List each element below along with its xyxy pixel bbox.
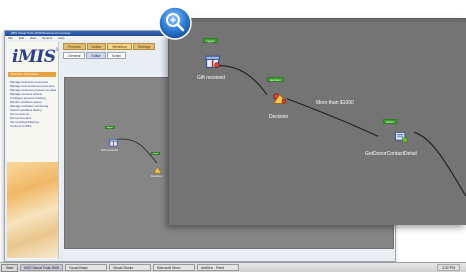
tab-process[interactable]: Process [63,43,86,50]
tab-workflow[interactable]: Workflow [107,43,132,50]
imis-logo: iMIS15 [12,47,59,67]
tab-action[interactable]: Action [86,43,107,50]
background-node-tag: check [151,152,161,155]
workflow-canvas-zoomed[interactable]: trigger Gift received decision Decision … [168,18,466,225]
editor-tabs: General Editor Script [63,52,127,59]
tab-settings[interactable]: Settings [132,43,156,50]
menu-options[interactable]: Options [42,36,52,40]
tray-clock: 4:32 PM [436,264,460,271]
logo-text: iMIS [12,47,56,67]
gift-received-label: Gift received [197,75,226,81]
connector-action-out [413,131,466,197]
flow-connectors [208,65,466,197]
decision-icon[interactable] [272,91,288,110]
background-node-tag: trigger [105,126,115,129]
screenshot: iMIS Visual Tools (iMIS Business Process… [0,0,466,272]
taskbar: Start iMIS Visual Tools iMIS Visual Basi… [0,262,466,272]
sidebar-decoration [7,162,58,258]
magnifier-icon [158,6,192,40]
taskbar-item[interactable]: Microsoft Word [152,264,195,271]
main-tabs: Process Action Workflow Settings [63,43,156,50]
subtab-editor[interactable]: Editor [86,52,106,59]
menu-file[interactable]: File [8,36,13,40]
subtab-general[interactable]: General [63,52,86,59]
sidebar-item[interactable]: Connect to iMIS [10,124,56,128]
background-node-label: Decision [151,174,163,178]
menu-help[interactable]: Help [58,36,64,40]
gift-icon[interactable] [205,53,221,74]
taskbar-item[interactable]: iMIS Visual Tools iMIS [20,264,63,271]
sidebar: iMIS15 Business Processes Manage busines… [7,42,59,259]
menu-edit[interactable]: Edit [19,36,24,40]
decision-label: Decision [269,114,289,120]
background-node-label: Gift received [101,148,118,152]
action-icon[interactable] [393,130,409,149]
condition-label: More than $1000 [316,100,354,106]
sidebar-list: Manage business processes Manage new bus… [10,80,56,128]
decision-tag: decision [267,77,285,82]
background-connector [117,138,158,164]
sidebar-header[interactable]: Business Processes [8,72,56,77]
taskbar-item[interactable]: Visual Basic [64,264,107,271]
logo-mark: 15 [55,47,59,53]
start-button[interactable]: Start [1,263,19,272]
trigger-tag: trigger [203,38,218,43]
menu-view[interactable]: View [30,36,36,40]
action-tag: action [383,119,398,124]
action-label: GetDonorContactDetail [365,151,417,157]
taskbar-item[interactable]: Untitled - Paint [196,264,239,271]
subtab-script[interactable]: Script [106,52,126,59]
taskbar-item[interactable]: Visual Studio [108,264,151,271]
